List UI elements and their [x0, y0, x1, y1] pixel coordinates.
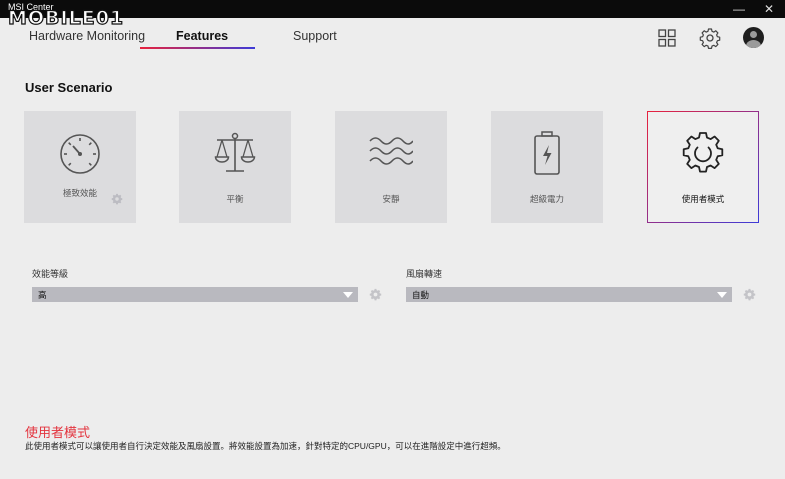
watermark-logo: MOBILE01: [7, 6, 125, 30]
user-avatar[interactable]: [743, 27, 764, 48]
card-label: 安靜: [382, 194, 400, 204]
card-label: 平衡: [226, 194, 244, 204]
fan-speed-label: 風扇轉速: [406, 269, 443, 279]
close-button[interactable]: ✕: [758, 1, 780, 17]
description-text: 此使用者模式可以讓使用者自行決定效能及風扇設置。將效能設置為加速，針對特定的CP…: [25, 441, 506, 451]
description-title: 使用者模式: [25, 425, 91, 440]
scenario-card-user-mode[interactable]: 使用者模式: [647, 111, 759, 223]
scenario-card-super-battery[interactable]: 超級電力: [491, 111, 603, 223]
avatar-body: [746, 40, 761, 48]
scenario-card-balanced[interactable]: 平衡: [179, 111, 291, 223]
watermark-text: MOBILE01: [7, 6, 125, 29]
performance-level-label: 效能等級: [32, 269, 69, 279]
fan-speed-select[interactable]: 自動: [406, 287, 732, 302]
tab-hardware-monitoring[interactable]: Hardware Monitoring: [29, 29, 145, 43]
fan-speed-value: 自動: [412, 290, 430, 300]
tab-features[interactable]: Features: [176, 29, 228, 43]
active-tab-indicator: [140, 47, 255, 49]
card-label: 超級電力: [529, 194, 564, 204]
grid-icon[interactable]: [656, 27, 678, 49]
settings-gear-icon[interactable]: [699, 27, 721, 49]
gear-icon: [682, 132, 724, 173]
battery-bolt-icon: [534, 131, 560, 175]
card-settings-gear-icon[interactable]: [111, 193, 123, 205]
minimize-button[interactable]: —: [728, 1, 750, 17]
performance-level-value: 高: [38, 290, 47, 300]
dropdown-arrow-icon: [717, 292, 727, 298]
performance-level-select[interactable]: 高: [32, 287, 358, 302]
section-title-user-scenario: User Scenario: [25, 80, 113, 95]
fan-settings-gear-icon[interactable]: [743, 288, 756, 301]
balance-scale-icon: [214, 132, 256, 172]
speedometer-icon: [60, 134, 100, 174]
avatar-head: [750, 31, 757, 38]
scenario-card-silent[interactable]: 安靜: [335, 111, 447, 223]
tab-support[interactable]: Support: [293, 29, 337, 43]
dropdown-arrow-icon: [343, 292, 353, 298]
card-label: 使用者模式: [681, 194, 725, 204]
waves-icon: [369, 137, 413, 165]
performance-settings-gear-icon[interactable]: [369, 288, 382, 301]
scenario-card-extreme-performance[interactable]: 極致效能: [24, 111, 136, 223]
